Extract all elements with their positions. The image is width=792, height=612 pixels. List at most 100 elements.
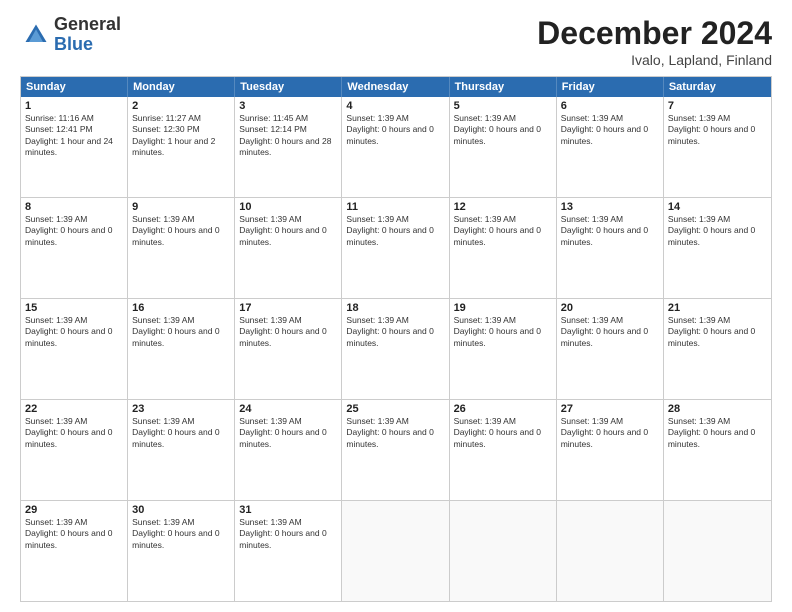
cell-info: Sunset: 1:39 AM Daylight: 0 hours and 0 … <box>668 113 767 147</box>
day-number: 3 <box>239 100 337 112</box>
cell-info: Sunset: 1:39 AM Daylight: 0 hours and 0 … <box>132 214 230 248</box>
cell-info: Sunset: 1:39 AM Daylight: 0 hours and 0 … <box>668 214 767 248</box>
calendar-cell: 28Sunset: 1:39 AM Daylight: 0 hours and … <box>664 400 771 500</box>
calendar-cell: 11Sunset: 1:39 AM Daylight: 0 hours and … <box>342 198 449 298</box>
cell-info: Sunset: 1:39 AM Daylight: 0 hours and 0 … <box>561 214 659 248</box>
calendar-cell <box>450 501 557 601</box>
cell-info: Sunset: 1:39 AM Daylight: 0 hours and 0 … <box>454 315 552 349</box>
day-number: 23 <box>132 403 230 415</box>
day-number: 18 <box>346 302 444 314</box>
calendar-cell: 10Sunset: 1:39 AM Daylight: 0 hours and … <box>235 198 342 298</box>
cell-info: Sunrise: 11:45 AM Sunset: 12:14 PM Dayli… <box>239 113 337 159</box>
calendar-row: 22 Sunset: 1:39 AM Daylight: 0 hours and … <box>21 400 771 501</box>
day-number: 9 <box>132 201 230 213</box>
weekday-header: Friday <box>557 77 664 97</box>
page: General Blue December 2024 Ivalo, Laplan… <box>0 0 792 612</box>
cell-info: Sunset: 1:39 AM Daylight: 0 hours and 0 … <box>25 517 123 551</box>
cell-info: Sunset: 1:39 AM Daylight: 0 hours and 0 … <box>239 416 337 450</box>
day-number: 28 <box>668 403 767 415</box>
day-number: 21 <box>668 302 767 314</box>
logo-icon <box>22 21 50 49</box>
calendar-cell: 30Sunset: 1:39 AM Daylight: 0 hours and … <box>128 501 235 601</box>
calendar-cell: 27Sunset: 1:39 AM Daylight: 0 hours and … <box>557 400 664 500</box>
calendar-cell: 8Sunset: 1:39 AM Daylight: 0 hours and 0… <box>21 198 128 298</box>
location: Ivalo, Lapland, Finland <box>537 52 772 68</box>
calendar-cell: 22Sunset: 1:39 AM Daylight: 0 hours and … <box>21 400 128 500</box>
calendar-row: 8Sunset: 1:39 AM Daylight: 0 hours and 0… <box>21 198 771 299</box>
cell-info: Sunset: 1:39 AM Daylight: 0 hours and 0 … <box>454 416 552 450</box>
header: General Blue December 2024 Ivalo, Laplan… <box>20 15 772 68</box>
cell-info: Sunset: 1:39 AM Daylight: 0 hours and 0 … <box>561 315 659 349</box>
calendar-cell <box>342 501 449 601</box>
weekday-header: Saturday <box>664 77 771 97</box>
logo-blue-text: Blue <box>54 35 121 55</box>
calendar-cell: 23Sunset: 1:39 AM Daylight: 0 hours and … <box>128 400 235 500</box>
cell-info: Sunset: 1:39 AM Daylight: 0 hours and 0 … <box>132 517 230 551</box>
logo-text: General Blue <box>54 15 121 55</box>
weekday-header: Monday <box>128 77 235 97</box>
calendar: SundayMondayTuesdayWednesdayThursdayFrid… <box>20 76 772 602</box>
day-number: 10 <box>239 201 337 213</box>
cell-info: Sunset: 1:39 AM Daylight: 0 hours and 0 … <box>346 416 444 450</box>
weekday-header: Sunday <box>21 77 128 97</box>
calendar-cell: 5Sunset: 1:39 AM Daylight: 0 hours and 0… <box>450 97 557 197</box>
calendar-cell: 31Sunset: 1:39 AM Daylight: 0 hours and … <box>235 501 342 601</box>
calendar-cell: 3Sunrise: 11:45 AM Sunset: 12:14 PM Dayl… <box>235 97 342 197</box>
calendar-cell: 17Sunset: 1:39 AM Daylight: 0 hours and … <box>235 299 342 399</box>
calendar-cell <box>557 501 664 601</box>
calendar-cell: 26Sunset: 1:39 AM Daylight: 0 hours and … <box>450 400 557 500</box>
day-number: 4 <box>346 100 444 112</box>
cell-info: Sunset: 1:39 AM Daylight: 0 hours and 0 … <box>132 315 230 349</box>
day-number: 14 <box>668 201 767 213</box>
cell-info: Sunset: 1:39 AM Daylight: 0 hours and 0 … <box>346 315 444 349</box>
day-number: 30 <box>132 504 230 516</box>
cell-info: Sunset: 1:39 AM Daylight: 0 hours and 0 … <box>346 214 444 248</box>
cell-info: Sunset: 1:39 AM Daylight: 0 hours and 0 … <box>454 113 552 147</box>
cell-info: Sunset: 1:39 AM Daylight: 0 hours and 0 … <box>25 315 123 349</box>
day-number: 7 <box>668 100 767 112</box>
calendar-cell: 21Sunset: 1:39 AM Daylight: 0 hours and … <box>664 299 771 399</box>
day-number: 8 <box>25 201 123 213</box>
day-number: 2 <box>132 100 230 112</box>
cell-info: Sunset: 1:39 AM Daylight: 0 hours and 0 … <box>239 214 337 248</box>
calendar-row: 29Sunset: 1:39 AM Daylight: 0 hours and … <box>21 501 771 601</box>
day-number: 1 <box>25 100 123 112</box>
day-number: 22 <box>25 403 123 415</box>
day-number: 19 <box>454 302 552 314</box>
logo-general-text: General <box>54 15 121 35</box>
weekday-header: Wednesday <box>342 77 449 97</box>
day-number: 15 <box>25 302 123 314</box>
calendar-cell: 4Sunset: 1:39 AM Daylight: 0 hours and 0… <box>342 97 449 197</box>
calendar-cell: 9Sunset: 1:39 AM Daylight: 0 hours and 0… <box>128 198 235 298</box>
cell-info: Sunset: 1:39 AM Daylight: 0 hours and 0 … <box>668 315 767 349</box>
cell-info: Sunset: 1:39 AM Daylight: 0 hours and 0 … <box>561 113 659 147</box>
weekday-header: Tuesday <box>235 77 342 97</box>
day-number: 13 <box>561 201 659 213</box>
calendar-cell: 20Sunset: 1:39 AM Daylight: 0 hours and … <box>557 299 664 399</box>
cell-info: Sunset: 1:39 AM Daylight: 0 hours and 0 … <box>132 416 230 450</box>
cell-info: Sunrise: 11:16 AM Sunset: 12:41 PM Dayli… <box>25 113 123 159</box>
calendar-cell: 19Sunset: 1:39 AM Daylight: 0 hours and … <box>450 299 557 399</box>
day-number: 26 <box>454 403 552 415</box>
calendar-cell: 15Sunset: 1:39 AM Daylight: 0 hours and … <box>21 299 128 399</box>
calendar-cell: 6Sunset: 1:39 AM Daylight: 0 hours and 0… <box>557 97 664 197</box>
title-block: December 2024 Ivalo, Lapland, Finland <box>537 15 772 68</box>
day-number: 6 <box>561 100 659 112</box>
cell-info: Sunset: 1:39 AM Daylight: 0 hours and 0 … <box>561 416 659 450</box>
day-number: 5 <box>454 100 552 112</box>
month-title: December 2024 <box>537 15 772 52</box>
day-number: 25 <box>346 403 444 415</box>
cell-info: Sunset: 1:39 AM Daylight: 0 hours and 0 … <box>239 315 337 349</box>
calendar-cell: 13Sunset: 1:39 AM Daylight: 0 hours and … <box>557 198 664 298</box>
calendar-cell: 2Sunrise: 11:27 AM Sunset: 12:30 PM Dayl… <box>128 97 235 197</box>
day-number: 24 <box>239 403 337 415</box>
cell-info: Sunrise: 11:27 AM Sunset: 12:30 PM Dayli… <box>132 113 230 159</box>
calendar-cell: 18Sunset: 1:39 AM Daylight: 0 hours and … <box>342 299 449 399</box>
day-number: 31 <box>239 504 337 516</box>
cell-info: Sunset: 1:39 AM Daylight: 0 hours and 0 … <box>25 214 123 248</box>
calendar-row: 15Sunset: 1:39 AM Daylight: 0 hours and … <box>21 299 771 400</box>
calendar-cell: 14Sunset: 1:39 AM Daylight: 0 hours and … <box>664 198 771 298</box>
day-number: 20 <box>561 302 659 314</box>
weekday-header: Thursday <box>450 77 557 97</box>
calendar-cell: 12Sunset: 1:39 AM Daylight: 0 hours and … <box>450 198 557 298</box>
